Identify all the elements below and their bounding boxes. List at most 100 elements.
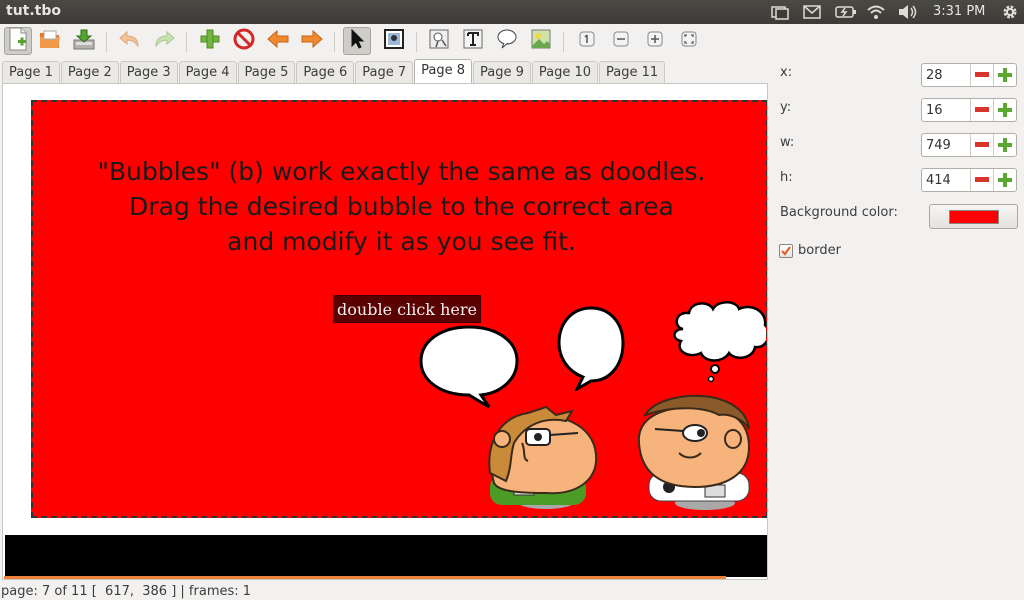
comic-canvas[interactable]: "Bubbles" (b) work exactly the same as d…: [2, 83, 768, 580]
background-color-button[interactable]: [929, 204, 1018, 229]
image-tool-button[interactable]: [527, 27, 555, 55]
plus-icon: [998, 103, 1012, 117]
selector-icon: [348, 28, 366, 54]
doodle-tool-button[interactable]: [425, 27, 453, 55]
undo-button[interactable]: [116, 27, 144, 55]
w-input[interactable]: [922, 134, 972, 156]
x-input[interactable]: [922, 64, 972, 86]
zoom-1-icon: [577, 29, 597, 53]
redo-button[interactable]: [150, 27, 178, 55]
doodle-tool-icon: [428, 28, 450, 54]
new-file-icon: [7, 27, 29, 55]
speech-bubble-oval[interactable]: [417, 323, 521, 411]
h-decrement-button[interactable]: [970, 169, 993, 191]
zoom-out-button[interactable]: [607, 27, 635, 55]
x-spinner[interactable]: [921, 63, 1017, 87]
horizontal-scroll-indicator[interactable]: [4, 576, 726, 579]
toolbar-separator: [563, 32, 564, 52]
w-decrement-button[interactable]: [970, 134, 993, 156]
zoom-in-button[interactable]: [641, 27, 669, 55]
toolbar: [0, 24, 1024, 60]
window-title: tut.tbo: [6, 3, 62, 19]
minus-icon: [975, 72, 989, 77]
tab-page-9[interactable]: Page 9: [473, 61, 531, 83]
next-page-icon: [300, 29, 324, 53]
y-decrement-button[interactable]: [970, 99, 993, 121]
bubble-tool-icon: [496, 28, 518, 54]
h-input[interactable]: [922, 169, 972, 191]
thought-bubble[interactable]: [669, 299, 768, 387]
tab-page-3[interactable]: Page 3: [119, 61, 178, 83]
h-increment-button[interactable]: [993, 169, 1016, 191]
delete-page-button[interactable]: [230, 27, 258, 55]
add-page-button[interactable]: [196, 27, 224, 55]
tab-page-5[interactable]: Page 5: [237, 61, 296, 83]
x-increment-button[interactable]: [993, 64, 1016, 86]
zoom-fit-icon: [679, 29, 699, 53]
comic-frame[interactable]: "Bubbles" (b) work exactly the same as d…: [30, 99, 768, 519]
tab-page-11[interactable]: Page 11: [599, 61, 666, 83]
minus-icon: [975, 107, 989, 112]
tab-page-8[interactable]: Page 8: [414, 59, 472, 83]
next-page-button[interactable]: [298, 27, 326, 55]
y-increment-button[interactable]: [993, 99, 1016, 121]
tab-page-1[interactable]: Page 1: [2, 61, 60, 83]
previous-page-button[interactable]: [264, 27, 292, 55]
w-increment-button[interactable]: [993, 134, 1016, 156]
battery-icon[interactable]: [835, 4, 857, 20]
border-label: border: [798, 243, 841, 258]
open-file-button[interactable]: [36, 27, 64, 55]
frame-strip-bottom[interactable]: [5, 535, 767, 577]
h-spinner[interactable]: [921, 168, 1017, 192]
delete-page-icon: [233, 28, 255, 54]
tab-page-7[interactable]: Page 7: [355, 61, 414, 83]
doodle-character-gnome[interactable]: [635, 393, 753, 511]
frame-text-line: Drag the desired bubble to the correct a…: [129, 192, 674, 221]
y-spinner[interactable]: [921, 98, 1017, 122]
plus-icon: [998, 138, 1012, 152]
mail-icon[interactable]: [803, 4, 821, 20]
page-tabs: Page 1 Page 2 Page 3 Page 4 Page 5 Page …: [2, 59, 666, 83]
border-checkbox[interactable]: [779, 244, 793, 258]
frame-tool-button[interactable]: [380, 27, 408, 55]
background-color-swatch: [948, 209, 999, 224]
tab-page-6[interactable]: Page 6: [296, 61, 355, 83]
open-folder-icon: [38, 28, 62, 54]
y-input[interactable]: [922, 99, 972, 121]
w-spinner[interactable]: [921, 133, 1017, 157]
plus-icon: [998, 173, 1012, 187]
frame-tool-icon: [383, 28, 405, 54]
text-tool-icon: [462, 28, 484, 54]
clock[interactable]: 3:31 PM: [933, 4, 985, 19]
bubble-tool-button[interactable]: [493, 27, 521, 55]
top-panel: tut.tbo 3:31 PM: [0, 0, 1024, 24]
tab-page-10[interactable]: Page 10: [531, 61, 599, 83]
zoom-fit-button[interactable]: [675, 27, 703, 55]
wifi-icon[interactable]: [866, 4, 886, 20]
x-decrement-button[interactable]: [970, 64, 993, 86]
previous-page-icon: [266, 29, 290, 53]
background-color-label: Background color:: [780, 205, 898, 220]
save-button[interactable]: [70, 27, 98, 55]
speech-bubble-tall[interactable]: [555, 305, 627, 391]
doodle-character-glasses[interactable]: [486, 403, 601, 513]
tab-page-4[interactable]: Page 4: [178, 61, 237, 83]
gear-icon[interactable]: [1001, 4, 1019, 20]
new-file-button[interactable]: [4, 27, 32, 55]
zoom-in-icon: [645, 29, 665, 53]
selector-tool-button[interactable]: [343, 27, 371, 55]
checkmark-icon: [781, 246, 791, 256]
double-click-text-box[interactable]: double click here: [333, 295, 481, 323]
tab-page-2[interactable]: Page 2: [60, 61, 119, 83]
volume-icon[interactable]: [897, 4, 919, 20]
redo-icon: [152, 29, 176, 53]
text-tool-button[interactable]: [459, 27, 487, 55]
frame-text-line: and modify it as you see fit.: [227, 227, 576, 256]
minus-icon: [975, 142, 989, 147]
plus-icon: [998, 68, 1012, 82]
status-bar: page: 7 of 11 [ 617, 386 ] | frames: 1: [1, 584, 252, 599]
frame-text[interactable]: "Bubbles" (b) work exactly the same as d…: [33, 154, 766, 259]
window-switch-icon[interactable]: [770, 4, 790, 20]
zoom-1-button[interactable]: [573, 27, 601, 55]
image-tool-icon: [530, 28, 552, 54]
